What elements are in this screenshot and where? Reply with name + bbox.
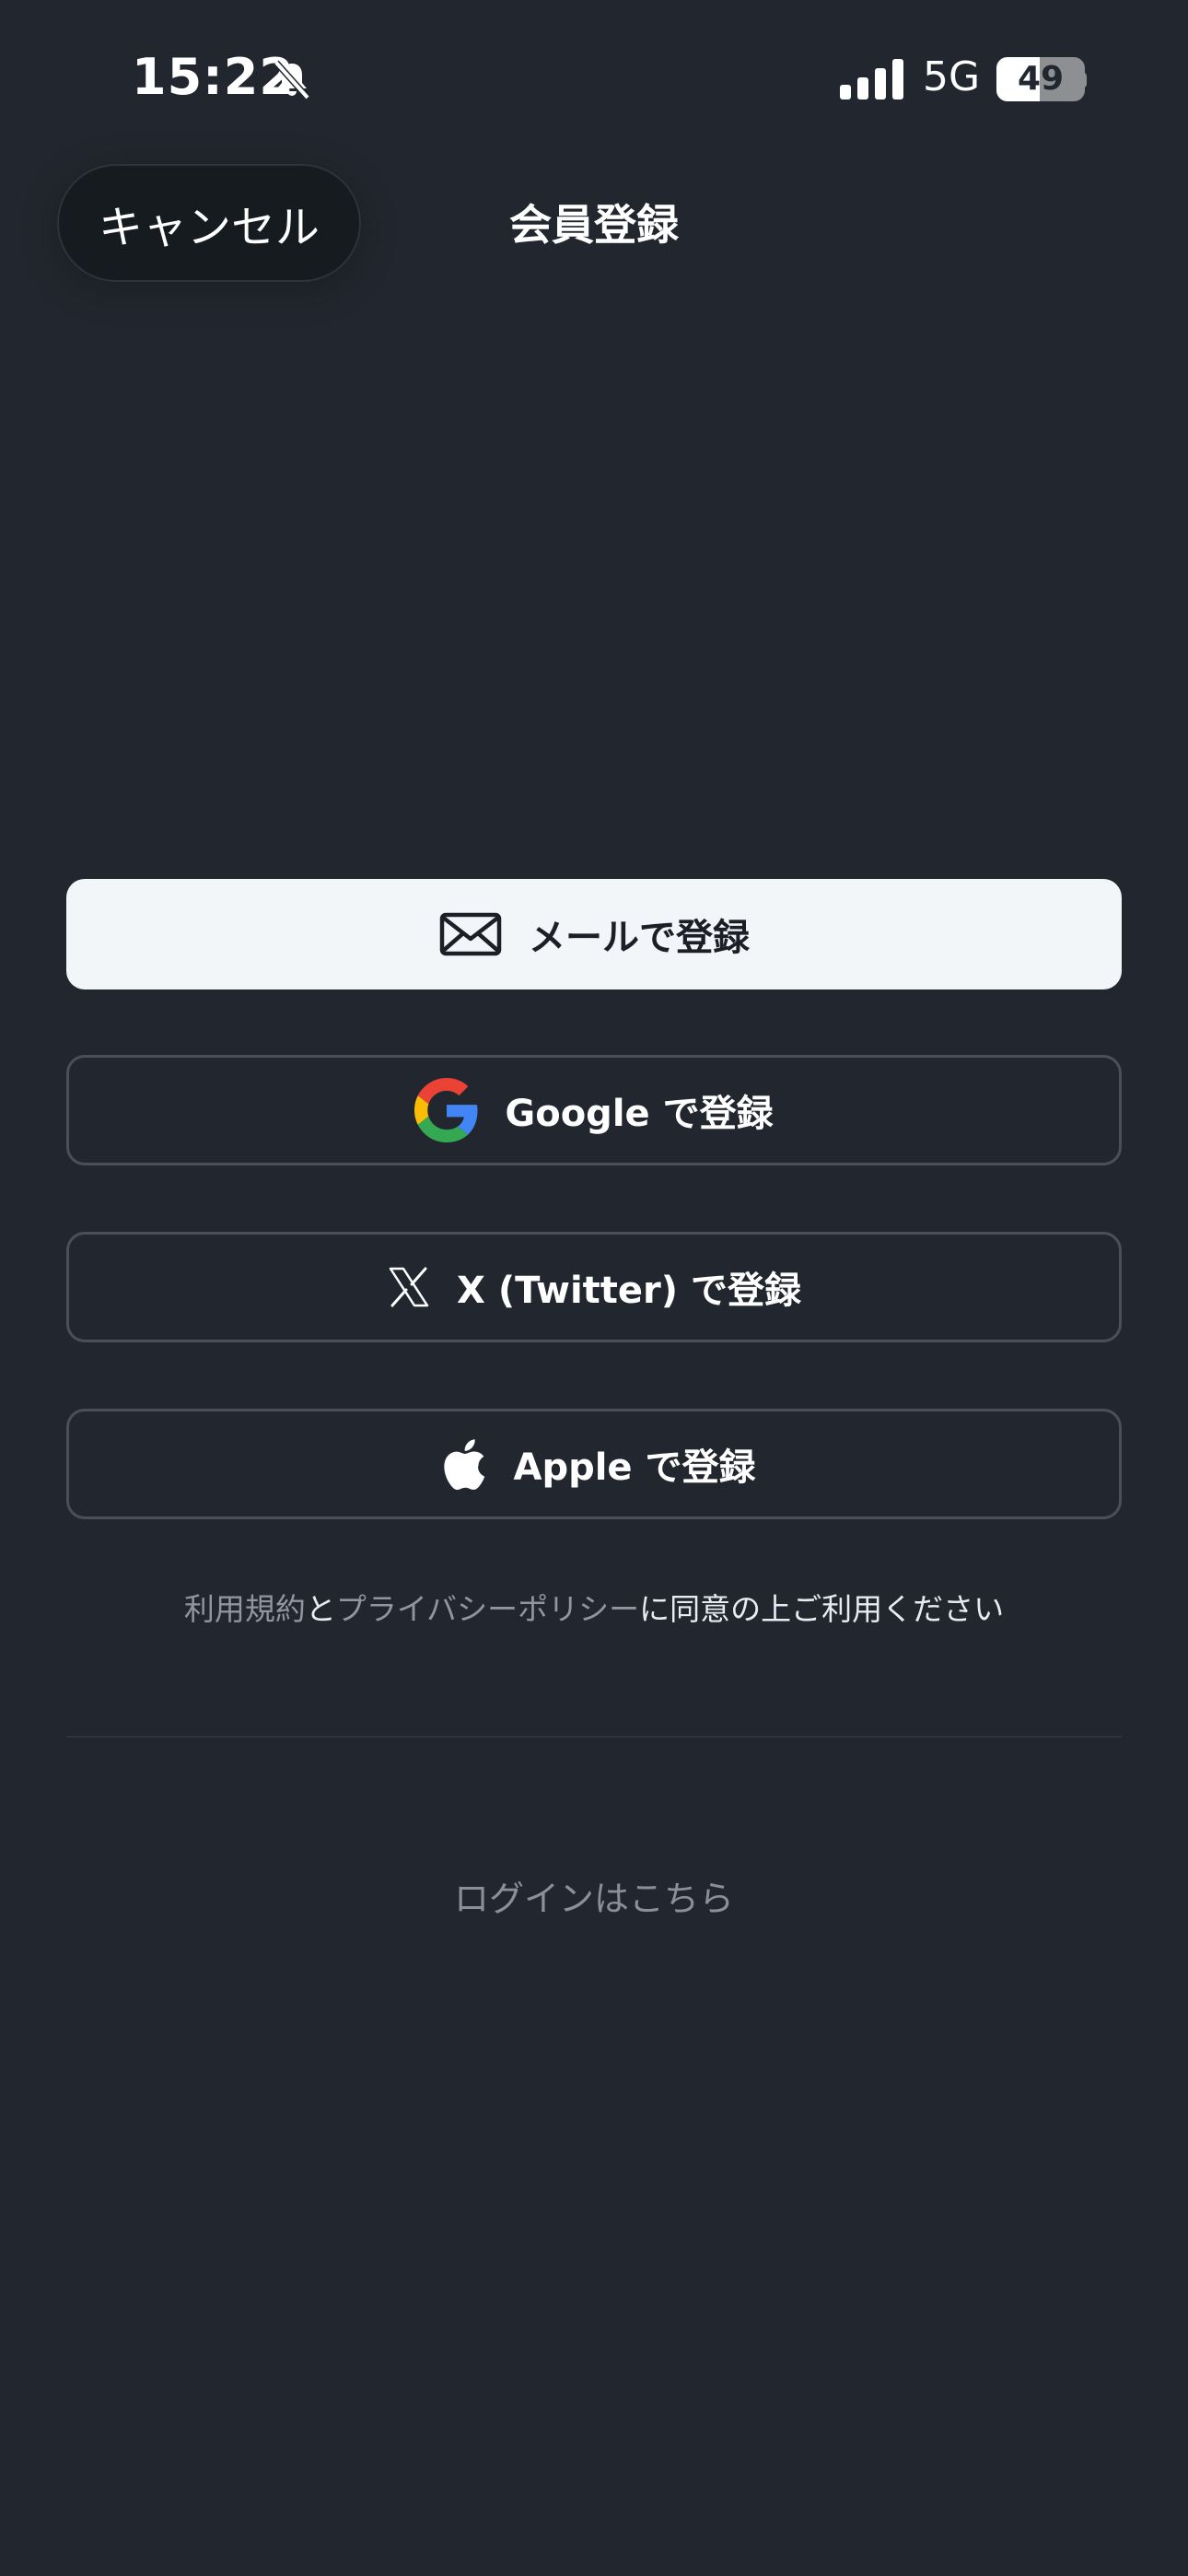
network-type: 5G [923,53,981,100]
apple-signup-label: Apple で登録 [513,1446,756,1489]
email-signup-button[interactable]: メールで登録 [66,879,1122,989]
apple-signup-button[interactable]: Apple で登録 [66,1409,1122,1519]
email-signup-label: メールで登録 [529,917,750,959]
google-signup-button[interactable]: Google で登録 [66,1055,1122,1165]
google-icon [414,1078,479,1142]
terms-of-service-link[interactable]: 利用規約 [184,1591,306,1627]
login-link[interactable]: ログインはこちら [0,1870,1188,1921]
mail-icon [438,902,503,966]
divider [66,1736,1122,1738]
battery-indicator: 49 [996,57,1085,101]
terms-conjunction: と [305,1591,336,1627]
status-bar: 15:22 5G 49 [0,0,1188,161]
google-signup-label: Google で登録 [505,1093,774,1135]
bell-slash-icon [269,57,315,103]
apple-icon [433,1432,488,1496]
privacy-policy-link[interactable]: プライバシーポリシー [336,1591,639,1627]
x-signup-label: X (Twitter) で登録 [457,1270,801,1312]
battery-level: 49 [1017,60,1065,98]
terms-suffix: に同意の上ご利用ください [639,1591,1005,1627]
x-logo-icon [387,1265,431,1309]
cellular-signal-icon [840,59,904,100]
x-signup-button[interactable]: X (Twitter) で登録 [66,1232,1122,1342]
battery-tip [1079,72,1087,88]
terms-notice: 利用規約とプライバシーポリシーに同意の上ご利用ください [0,1585,1188,1629]
page-title: 会員登録 [509,200,679,250]
